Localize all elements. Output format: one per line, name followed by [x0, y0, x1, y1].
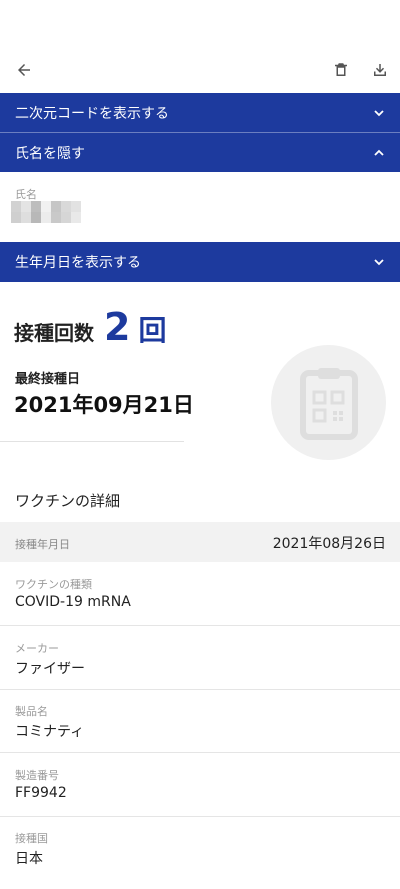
arrow-left-icon	[18, 64, 30, 76]
field-label: ワクチンの種類	[15, 578, 92, 591]
top-app-bar	[0, 48, 400, 92]
divider	[0, 441, 184, 442]
hide-name-toggle[interactable]: 氏名を隠す	[0, 132, 400, 172]
qr-clipboard-icon	[271, 345, 386, 460]
chevron-up-icon	[372, 146, 386, 160]
vaccination-country-field: 接種国 日本	[0, 816, 400, 889]
dose-count-title: 接種回数	[14, 321, 94, 345]
vaccine-type-field: ワクチンの種類 COVID-19 mRNA	[0, 562, 400, 626]
vaccination-date-row: 接種年月日 2021年08月26日	[0, 522, 400, 562]
back-button[interactable]	[12, 58, 36, 82]
field-value: 日本	[15, 851, 43, 867]
field-value: COVID-19 mRNA	[15, 594, 131, 610]
dose-count-row: 接種回数 2 回	[14, 308, 166, 349]
lot-number-field: 製造番号 FF9942	[0, 753, 400, 817]
field-value: ファイザー	[15, 661, 85, 677]
last-dose-date-value: 2021年09月21日	[14, 393, 194, 417]
field-value: コミナティ	[15, 724, 85, 740]
trash-icon	[335, 63, 347, 76]
masked-name	[11, 201, 81, 223]
field-label: メーカー	[15, 642, 59, 655]
qr-code-toggle-label: 二次元コードを表示する	[15, 106, 169, 122]
vaccination-date-label: 接種年月日	[15, 538, 70, 551]
dose-count-value: 2	[104, 305, 131, 349]
hide-name-toggle-label: 氏名を隠す	[15, 145, 85, 162]
dob-toggle[interactable]: 生年月日を表示する	[0, 242, 400, 282]
chevron-down-icon	[372, 106, 386, 120]
name-label: 氏名	[15, 188, 37, 201]
last-dose-date-label: 最終接種日	[15, 372, 81, 387]
download-icon	[374, 64, 386, 76]
vaccination-date-value: 2021年08月26日	[272, 536, 386, 552]
delete-button[interactable]	[329, 58, 353, 82]
field-label: 製造番号	[15, 769, 59, 782]
field-label: 製品名	[15, 705, 48, 718]
product-name-field: 製品名 コミナティ	[0, 689, 400, 753]
field-value: FF9942	[15, 785, 67, 801]
download-button[interactable]	[368, 58, 392, 82]
field-label: 接種国	[15, 832, 48, 845]
qr-code-toggle[interactable]: 二次元コードを表示する	[0, 93, 400, 133]
dob-toggle-label: 生年月日を表示する	[15, 255, 141, 271]
dose-count-unit: 回	[138, 314, 167, 347]
chevron-down-icon	[372, 255, 386, 269]
manufacturer-field: メーカー ファイザー	[0, 626, 400, 690]
vaccine-details-title: ワクチンの詳細	[15, 492, 121, 510]
